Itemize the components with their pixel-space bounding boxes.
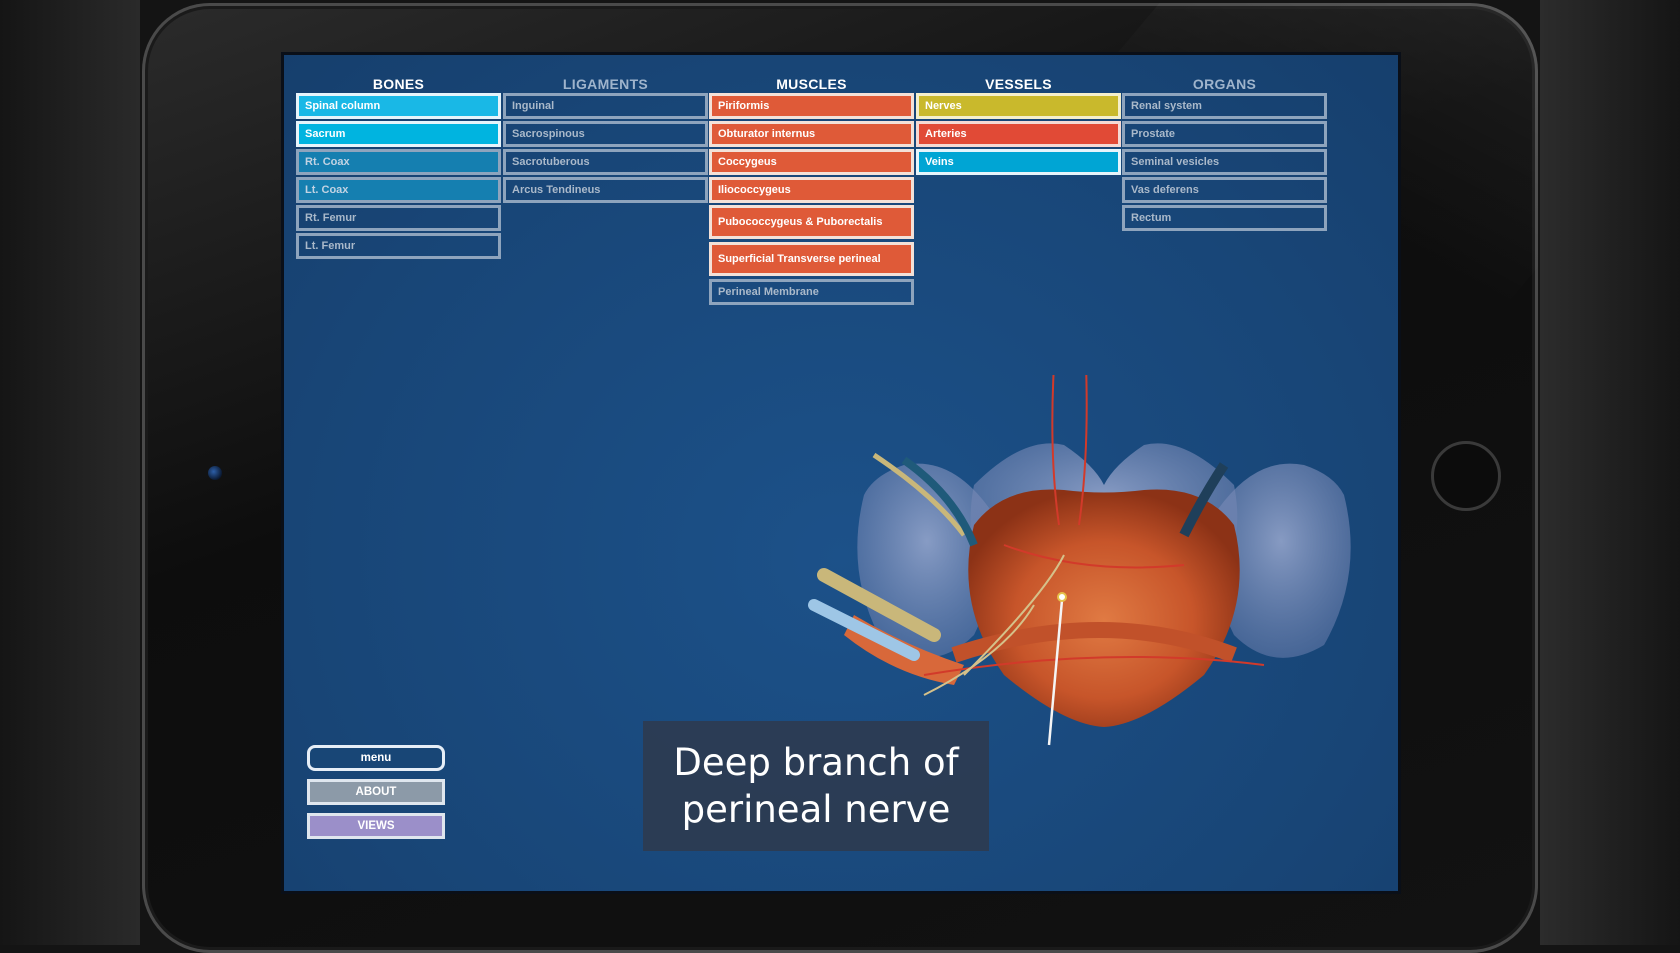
background-left [0,0,140,945]
nerve-marker [1057,592,1067,602]
layer-toggle-muscles-3[interactable]: Iliococcygeus [709,177,914,203]
layer-toggle-organs-1[interactable]: Prostate [1122,121,1327,147]
caption-line-1: Deep branch of [673,741,959,784]
layer-toggle-bones-0[interactable]: Spinal column [296,93,501,119]
layer-toggle-bones-4[interactable]: Rt. Femur [296,205,501,231]
layer-toggle-ligaments-1[interactable]: Sacrospinous [503,121,708,147]
home-button-icon[interactable] [1431,441,1501,511]
column-ligaments: LIGAMENTS Inguinal Sacrospinous Sacrotubero… [503,55,708,203]
column-header-bones[interactable]: BONES [296,55,501,97]
layer-toggle-bones-3[interactable]: Lt. Coax [296,177,501,203]
layer-toggle-muscles-6[interactable]: Perineal Membrane [709,279,914,305]
column-header-muscles[interactable]: MUSCLES [709,55,914,97]
pelvic-floor-muscle [968,489,1240,727]
layer-toggle-ligaments-2[interactable]: Sacrotuberous [503,149,708,175]
menu-button[interactable]: menu [307,745,445,771]
column-header-ligaments[interactable]: LIGAMENTS [503,55,708,97]
column-organs: ORGANS Renal system Prostate Seminal vesicl… [1122,55,1327,231]
layer-toggle-ligaments-0[interactable]: Inguinal [503,93,708,119]
column-bones: BONES Spinal column Sacrum Rt. Coax Lt. Coax… [296,55,501,259]
layer-toggle-vessels-2[interactable]: Veins [916,149,1121,175]
structure-caption: Deep branch of perineal nerve [643,721,989,851]
layer-toggle-bones-1[interactable]: Sacrum [296,121,501,147]
column-muscles: MUSCLES Piriformis Obturator internus Coccy… [709,55,914,305]
about-button[interactable]: ABOUT [307,779,445,805]
layer-toggle-ligaments-3[interactable]: Arcus Tendineus [503,177,708,203]
column-vessels: VESSELS Nerves Arteries Veins [916,55,1121,175]
layer-toggle-muscles-2[interactable]: Coccygeus [709,149,914,175]
layer-toggle-organs-4[interactable]: Rectum [1122,205,1327,231]
column-header-organs[interactable]: ORGANS [1122,55,1327,97]
layer-toggle-muscles-4[interactable]: Pubococcygeus & Puborectalis [709,205,914,239]
caption-text: Deep branch of perineal nerve [656,739,976,833]
layer-toggle-vessels-0[interactable]: Nerves [916,93,1121,119]
background-right [1540,0,1680,945]
front-camera-icon [208,466,222,480]
layer-toggle-bones-5[interactable]: Lt. Femur [296,233,501,259]
column-header-vessels[interactable]: VESSELS [916,55,1121,97]
layer-toggle-organs-0[interactable]: Renal system [1122,93,1327,119]
layer-toggle-muscles-0[interactable]: Piriformis [709,93,914,119]
app-screen: BONES Spinal column Sacrum Rt. Coax Lt. Coax… [281,52,1401,894]
caption-line-2: perineal nerve [681,788,951,831]
layer-toggle-organs-2[interactable]: Seminal vesicles [1122,149,1327,175]
layer-toggle-vessels-1[interactable]: Arteries [916,121,1121,147]
views-button[interactable]: VIEWS [307,813,445,839]
layer-toggle-muscles-1[interactable]: Obturator internus [709,121,914,147]
layer-toggle-muscles-5[interactable]: Superficial Transverse perineal [709,242,914,276]
layer-toggle-bones-2[interactable]: Rt. Coax [296,149,501,175]
layer-toggle-organs-3[interactable]: Vas deferens [1122,177,1327,203]
